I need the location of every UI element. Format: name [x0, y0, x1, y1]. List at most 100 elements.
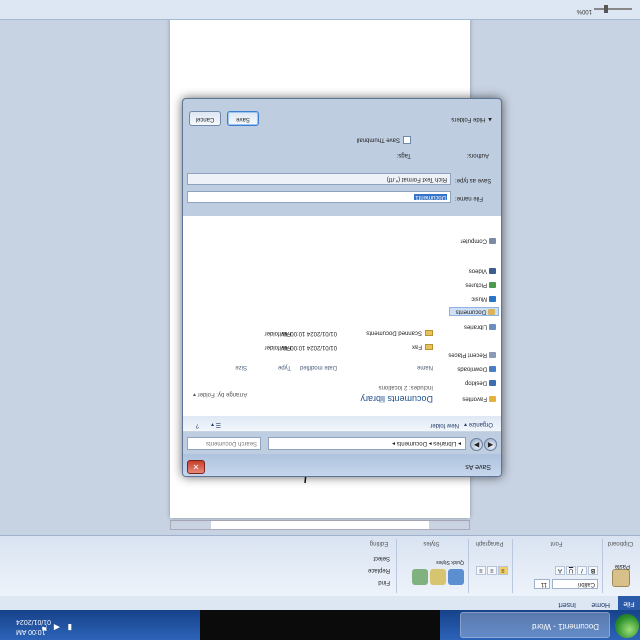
save-button[interactable]: Save	[227, 111, 259, 126]
file-row[interactable]: Fax 01/01/2024 10:00 AM File folder	[193, 343, 433, 350]
align-right-button[interactable]: ≡	[476, 566, 486, 575]
save-thumbnail-label: Save Thumbnail	[356, 136, 400, 143]
file-row-type: File folder	[264, 344, 291, 350]
nav-favorites[interactable]: Favorites	[462, 395, 496, 402]
underline-button[interactable]: U	[566, 566, 576, 575]
authors-label: Authors:	[466, 152, 489, 158]
nav-music[interactable]: Music	[471, 295, 496, 302]
arrange-label: Arrange by:	[216, 391, 248, 397]
bold-button[interactable]: B	[588, 566, 598, 575]
nav-recent-places[interactable]: Recent Places	[448, 351, 496, 358]
nav-downloads[interactable]: Downloads	[457, 365, 496, 372]
column-type[interactable]: Type	[278, 364, 291, 370]
nav-videos[interactable]: Videos	[469, 267, 496, 274]
change-styles-icon[interactable]	[430, 569, 446, 585]
nav-libraries[interactable]: Libraries	[464, 323, 496, 330]
group-clipboard-label: Clipboard	[607, 540, 634, 546]
align-left-button[interactable]: ≡	[498, 566, 508, 575]
file-name-value: Document1	[414, 194, 447, 200]
styles-pane-icon[interactable]	[412, 569, 428, 585]
arrange-by[interactable]: Arrange by: Folder ▾	[193, 391, 247, 398]
zoom-slider-handle[interactable]	[604, 5, 608, 13]
file-row-type: File folder	[264, 330, 291, 336]
file-list-pane: Documents library Includes: 2 locations …	[183, 216, 443, 416]
find-button[interactable]: Find	[378, 579, 390, 585]
paste-icon[interactable]	[612, 569, 630, 587]
tab-file[interactable]: File	[618, 596, 640, 610]
column-size[interactable]: Size	[235, 364, 247, 370]
group-font-label: Font	[550, 540, 563, 546]
cancel-button[interactable]: Cancel	[189, 111, 221, 126]
italic-button[interactable]: I	[577, 566, 587, 575]
ruler[interactable]	[170, 520, 470, 530]
save-thumbnail-checkbox[interactable]: Save Thumbnail	[357, 136, 411, 144]
libraries-icon	[489, 324, 496, 330]
column-name[interactable]: Name	[417, 364, 433, 370]
organize-button[interactable]: Organize ▾	[464, 421, 493, 428]
help-icon[interactable]: ?	[196, 422, 199, 428]
nav-libraries-label: Libraries	[463, 323, 487, 330]
select-button[interactable]: Select	[373, 555, 390, 561]
search-input[interactable]: Search Documents	[187, 437, 261, 450]
group-styles-label: Styles	[423, 540, 440, 546]
file-name-label: File name:	[455, 195, 484, 201]
library-title: Documents library	[360, 394, 433, 404]
ruler-right-margin	[171, 521, 211, 529]
file-row[interactable]: Scanned Documents 01/01/2024 10:00 AM Fi…	[193, 329, 433, 336]
font-name-box[interactable]: Calibri	[552, 579, 598, 589]
taskbar-button-word[interactable]: Document1 - Word	[460, 612, 610, 638]
column-date-modified[interactable]: Date modified	[300, 364, 337, 370]
taskbar: Document1 - Word ▮ ◀ ⚑ 10:00 AM 01/01/20…	[0, 610, 640, 640]
align-center-button[interactable]: ≡	[487, 566, 497, 575]
forward-button[interactable]: ▶	[470, 438, 483, 451]
replace-button[interactable]: Replace	[368, 567, 390, 573]
desktop-icon	[489, 380, 496, 386]
nav-pictures[interactable]: Pictures	[465, 281, 496, 288]
font-size-box[interactable]: 11	[534, 579, 550, 589]
file-row-name: Fax	[411, 343, 422, 350]
nav-videos-label: Videos	[468, 267, 487, 274]
view-options-icon[interactable]: ☰ ▾	[211, 421, 221, 428]
documents-icon	[488, 309, 495, 315]
ribbon: Paste Clipboard Calibri 11 B I U A Font …	[0, 535, 640, 596]
font-color-button[interactable]: A	[555, 566, 565, 575]
downloads-icon	[489, 366, 496, 372]
nav-desktop[interactable]: Desktop	[465, 379, 496, 386]
dialog-titlebar[interactable]: Save As ✕	[183, 454, 501, 476]
start-button[interactable]	[615, 614, 639, 638]
group-font: Calibri 11 B I U A Font	[512, 539, 600, 593]
back-button[interactable]: ◀	[484, 438, 497, 451]
nav-documents-label: Documents	[455, 308, 486, 315]
file-name-input[interactable]: Document1	[187, 191, 451, 203]
ruler-left-margin	[429, 521, 469, 529]
group-editing-label: Editing	[369, 540, 389, 546]
hide-folders-toggle[interactable]: ▲ Hide Folders	[451, 116, 493, 122]
star-icon	[489, 396, 496, 402]
nav-downloads-label: Downloads	[457, 365, 487, 372]
clock[interactable]: 10:00 AM 01/01/2024	[16, 616, 51, 636]
group-clipboard: Paste Clipboard	[602, 539, 638, 593]
close-button[interactable]: ✕	[187, 460, 205, 474]
recent-places-icon	[489, 352, 496, 358]
tab-insert[interactable]: Insert	[558, 601, 576, 608]
address-row: ◀ ▶ ▸ Libraries ▸ Documents ▸ Search Doc…	[183, 432, 501, 454]
group-paragraph-label: Paragraph	[475, 540, 504, 546]
tab-home[interactable]: Home	[591, 601, 610, 608]
library-subtitle: Includes: 2 locations	[378, 384, 433, 390]
quick-styles-icon[interactable]	[448, 569, 464, 585]
save-type-select[interactable]: Rich Text Format (*.rtf)	[187, 173, 451, 185]
nav-computer[interactable]: Computer	[461, 237, 496, 244]
group-styles: Quick Styles Styles	[396, 539, 466, 593]
network-icon[interactable]: ▮	[64, 623, 72, 632]
zoom-level[interactable]: 100%	[577, 8, 592, 14]
nav-recent-label: Recent Places	[448, 351, 487, 358]
volume-icon[interactable]: ◀	[52, 623, 60, 632]
nav-documents[interactable]: Documents	[449, 307, 499, 316]
music-icon	[489, 296, 496, 302]
arrange-value: Folder ▾	[193, 391, 215, 397]
computer-icon	[489, 238, 496, 244]
ribbon-tab-bar: File Home Insert	[0, 595, 640, 610]
new-folder-button[interactable]: New folder	[430, 422, 459, 428]
address-bar[interactable]: ▸ Libraries ▸ Documents ▸	[268, 437, 466, 450]
zoom-slider[interactable]	[594, 5, 632, 13]
